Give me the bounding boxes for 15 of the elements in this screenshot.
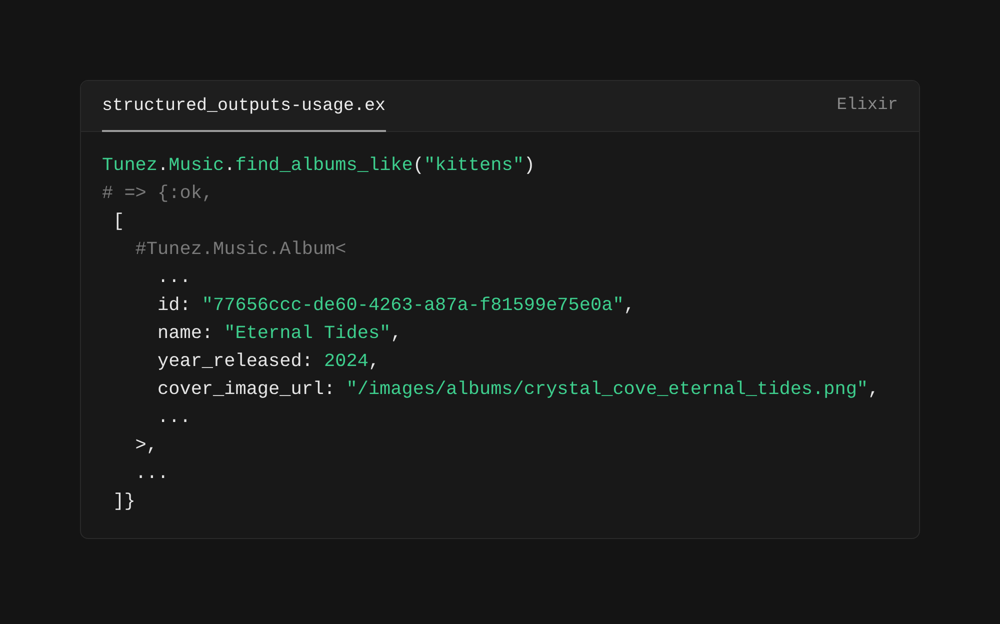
file-tab[interactable]: structured_outputs-usage.ex — [102, 92, 386, 132]
code-line: [ — [112, 210, 124, 234]
code-line: ... — [134, 462, 169, 486]
code-line: ]} — [112, 490, 136, 514]
code-line: ... — [156, 266, 191, 290]
code-line: id: "77656ccc-de60-4263-a87a-f81599e75e0a", — [156, 294, 635, 318]
code-line: year_released: 2024, — [156, 350, 380, 374]
code-line: cover_image_url: "/images/albums/crystal_cove_eternal_tides.png", — [156, 378, 880, 402]
code-line: ... — [156, 406, 191, 430]
code-line: name: "Eternal Tides", — [156, 322, 402, 346]
code-line: #Tunez.Music.Album< — [134, 238, 346, 262]
code-line: # => {:ok, — [102, 182, 214, 206]
language-label: Elixir — [836, 95, 898, 118]
code-line: Tunez.Music.find_albums_like("kittens") — [102, 154, 536, 178]
code-line: >, — [134, 434, 158, 458]
